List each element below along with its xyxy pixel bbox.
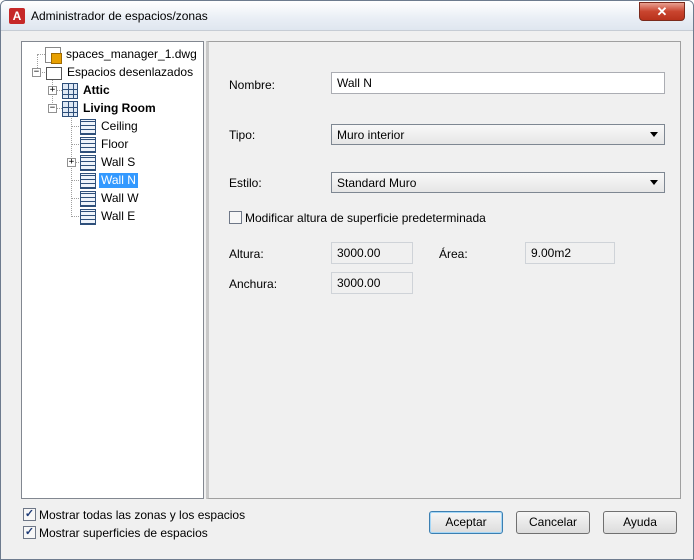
surface-icon: [80, 208, 96, 225]
autocad-app-icon: A: [9, 8, 25, 24]
dialog-window: A Administrador de espacios/zonas ✕ spac…: [0, 0, 694, 560]
surface-icon: [80, 154, 96, 171]
ok-button[interactable]: Aceptar: [429, 511, 503, 534]
tree-item-wall-s[interactable]: Wall S: [80, 154, 137, 171]
tree-line: [37, 54, 45, 55]
tree-line: [71, 126, 79, 127]
area-field: 9.00m2: [525, 242, 615, 264]
style-select-value: Standard Muro: [337, 176, 417, 190]
tree-item-wall-e[interactable]: Wall E: [80, 208, 137, 225]
tree-item-living-room[interactable]: Living Room: [62, 100, 158, 117]
tree-item-unlinked-spaces[interactable]: Espacios desenlazados: [46, 64, 195, 81]
tree-line: [71, 180, 79, 181]
show-all-zones-checkbox[interactable]: ✓: [23, 508, 36, 521]
tree-item-label: Floor: [101, 137, 129, 151]
type-select[interactable]: Muro interior: [331, 124, 665, 145]
show-all-zones-label: Mostrar todas las zonas y los espacios: [39, 508, 246, 522]
tree-item-floor[interactable]: Floor: [80, 136, 130, 153]
collapse-toggle-icon[interactable]: −: [48, 104, 57, 113]
expand-toggle-icon[interactable]: +: [48, 86, 57, 95]
override-height-checkbox[interactable]: [229, 211, 242, 224]
chevron-down-icon: [650, 132, 658, 137]
show-surfaces-label: Mostrar superficies de espacios: [39, 526, 208, 540]
tree-item-label: Wall W: [101, 191, 139, 205]
collapse-toggle-icon[interactable]: −: [32, 68, 41, 77]
surface-icon: [80, 118, 96, 135]
type-select-value: Muro interior: [337, 128, 405, 142]
override-height-label: Modificar altura de superficie predeterm…: [245, 211, 486, 225]
chevron-down-icon: [650, 180, 658, 185]
type-label: Tipo:: [229, 128, 256, 142]
space-grid-icon: [62, 100, 78, 117]
tree-item-label: Espacios desenlazados: [67, 65, 194, 79]
cancel-button[interactable]: Cancelar: [516, 511, 590, 534]
title-bar[interactable]: A Administrador de espacios/zonas ✕: [1, 1, 693, 31]
style-select[interactable]: Standard Muro: [331, 172, 665, 193]
tree-item-ceiling[interactable]: Ceiling: [80, 118, 140, 135]
name-label: Nombre:: [229, 78, 276, 92]
width-field[interactable]: 3000.00: [331, 272, 413, 294]
tree-item-attic[interactable]: Attic: [62, 82, 112, 99]
tree-item-label: Ceiling: [101, 119, 138, 133]
tree-line: [71, 144, 79, 145]
height-field[interactable]: 3000.00: [331, 242, 413, 264]
tree-item-label: Attic: [83, 83, 110, 97]
tree-item-wall-w[interactable]: Wall W: [80, 190, 141, 207]
height-label: Altura:: [229, 247, 264, 261]
tree-item-label: Wall S: [101, 155, 136, 169]
help-button[interactable]: Ayuda: [603, 511, 677, 534]
tree-item-label: Living Room: [83, 101, 156, 115]
close-button[interactable]: ✕: [639, 2, 685, 21]
tree-item-drawing-file[interactable]: spaces_manager_1.dwg: [45, 46, 199, 64]
tree-item-label: Wall N: [99, 173, 138, 188]
tree-line: [71, 216, 79, 217]
folder-icon: [46, 67, 62, 80]
width-label: Anchura:: [229, 277, 278, 291]
window-title: Administrador de espacios/zonas: [31, 9, 208, 23]
surface-icon: [80, 190, 96, 207]
spaces-tree-view[interactable]: spaces_manager_1.dwg − Espacios desenlaz…: [21, 41, 204, 499]
expand-toggle-icon[interactable]: +: [67, 158, 76, 167]
name-field[interactable]: Wall N: [331, 72, 665, 94]
style-label: Estilo:: [229, 176, 262, 190]
space-grid-icon: [62, 82, 78, 99]
dwg-file-icon: [45, 46, 62, 64]
surface-icon: [80, 172, 96, 189]
surface-icon: [80, 136, 96, 153]
tree-line: [71, 198, 79, 199]
area-label: Área:: [439, 247, 468, 261]
tree-item-label: Wall E: [101, 209, 136, 223]
tree-item-wall-n[interactable]: Wall N: [80, 172, 138, 189]
tree-item-label: spaces_manager_1.dwg: [66, 47, 197, 61]
properties-panel: Nombre: Wall N Tipo: Muro interior Estil…: [206, 41, 681, 499]
show-surfaces-checkbox[interactable]: ✓: [23, 526, 36, 539]
